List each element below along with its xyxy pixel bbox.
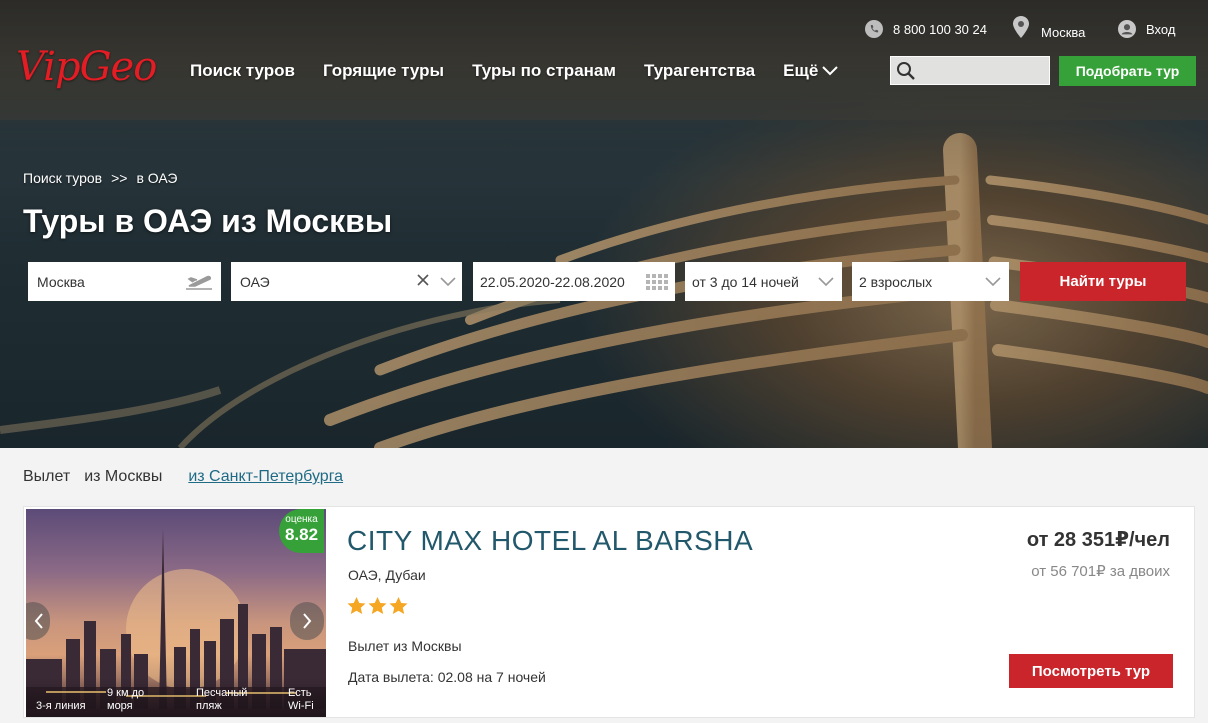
nav-agencies[interactable]: Турагентства bbox=[644, 61, 755, 81]
breadcrumb-root[interactable]: Поиск туров bbox=[23, 170, 102, 186]
from-city-field[interactable]: Москва bbox=[28, 262, 221, 301]
price-per-person: от 28 351₽/чел bbox=[1026, 529, 1170, 551]
nav-search-tours[interactable]: Поиск туров bbox=[190, 61, 295, 81]
city-name: Москва bbox=[1041, 24, 1086, 40]
phone-link[interactable]: 8 800 100 30 24 bbox=[865, 9, 987, 49]
departure-label: Вылет bbox=[23, 468, 71, 485]
from-city-value: Москва bbox=[37, 273, 85, 290]
feature-distance: 9 км до моря bbox=[107, 687, 145, 712]
chevron-down-icon bbox=[985, 277, 1001, 287]
hotel-location: ОАЭ, Дубаи bbox=[348, 567, 426, 583]
phone-icon bbox=[865, 20, 883, 38]
dates-field[interactable]: 22.05.2020-22.08.2020 bbox=[473, 262, 675, 301]
calendar-icon bbox=[646, 274, 668, 290]
hotel-stars bbox=[347, 597, 408, 615]
star-icon bbox=[347, 597, 366, 615]
rating-value: 8.82 bbox=[284, 525, 319, 544]
main-nav: Поиск туров Горящие туры Туры по странам… bbox=[190, 61, 866, 81]
page-title: Туры в ОАЭ из Москвы bbox=[23, 203, 393, 239]
price-for-two: от 56 701₽ за двоих bbox=[1031, 563, 1170, 580]
location-pin-icon bbox=[1013, 16, 1029, 38]
destination-value: ОАЭ bbox=[240, 273, 270, 290]
search-icon bbox=[897, 62, 915, 80]
chevron-down-icon bbox=[818, 277, 834, 287]
dates-value: 22.05.2020-22.08.2020 bbox=[480, 273, 625, 290]
rating-badge: оценка 8.82 bbox=[279, 509, 324, 553]
guests-value: 2 взрослых bbox=[859, 273, 933, 290]
nav-more[interactable]: Ещё bbox=[783, 61, 838, 81]
feature-wifi: Есть Wi-Fi bbox=[288, 687, 314, 712]
feature-line: 3-я линия bbox=[36, 700, 86, 712]
nav-more-label: Ещё bbox=[783, 61, 819, 80]
phone-number: 8 800 100 30 24 bbox=[893, 21, 987, 37]
breadcrumb-separator: >> bbox=[111, 170, 128, 186]
site-search[interactable] bbox=[890, 56, 1050, 85]
rating-label: оценка bbox=[285, 514, 318, 525]
nights-select[interactable]: от 3 до 14 ночей bbox=[685, 262, 842, 301]
destination-field[interactable]: ОАЭ bbox=[231, 262, 462, 301]
departure-filter: Вылет из Москвы из Санкт-Петербурга bbox=[23, 468, 343, 486]
login-link[interactable]: Вход bbox=[1118, 9, 1175, 49]
chevron-down-icon bbox=[440, 277, 456, 287]
view-tour-button[interactable]: Посмотреть тур bbox=[1009, 654, 1173, 688]
chevron-right-icon bbox=[303, 613, 312, 629]
pick-tour-button[interactable]: Подобрать тур bbox=[1059, 56, 1196, 86]
chevron-down-icon bbox=[822, 66, 838, 76]
breadcrumb: Поиск туров >> в ОАЭ bbox=[23, 170, 177, 186]
city-selector[interactable]: Москва bbox=[1013, 7, 1085, 47]
departure-selected: из Москвы bbox=[84, 468, 163, 485]
airplane-icon bbox=[186, 275, 212, 290]
search-input[interactable] bbox=[921, 57, 1047, 84]
nights-value: от 3 до 14 ночей bbox=[692, 273, 799, 290]
find-tours-button[interactable]: Найти туры bbox=[1020, 262, 1186, 301]
guests-select[interactable]: 2 взрослых bbox=[852, 262, 1009, 301]
hotel-features: 3-я линия 9 км до моря Песчаный пляж Ест… bbox=[26, 677, 326, 717]
breadcrumb-current: в ОАЭ bbox=[136, 170, 178, 186]
hotel-card: 3-я линия 9 км до моря Песчаный пляж Ест… bbox=[23, 506, 1195, 718]
user-icon bbox=[1118, 20, 1136, 38]
star-icon bbox=[389, 597, 408, 615]
departure-spb-link[interactable]: из Санкт-Петербурга bbox=[188, 468, 343, 486]
chevron-left-icon bbox=[34, 613, 43, 629]
clear-icon[interactable] bbox=[417, 274, 429, 286]
hotel-date: Дата вылета: 02.08 на 7 ночей bbox=[348, 669, 546, 685]
photo-next-button[interactable] bbox=[290, 602, 324, 640]
nav-hot-tours[interactable]: Горящие туры bbox=[323, 61, 444, 81]
login-label: Вход bbox=[1146, 21, 1176, 37]
star-icon bbox=[368, 597, 387, 615]
feature-beach: Песчаный пляж bbox=[196, 687, 248, 712]
nav-tours-by-country[interactable]: Туры по странам bbox=[472, 61, 616, 81]
hotel-name[interactable]: CITY MAX HOTEL AL BARSHA bbox=[347, 525, 753, 557]
vipgeo-logo[interactable]: VipGeo bbox=[16, 44, 157, 90]
hotel-departure: Вылет из Москвы bbox=[348, 638, 462, 654]
